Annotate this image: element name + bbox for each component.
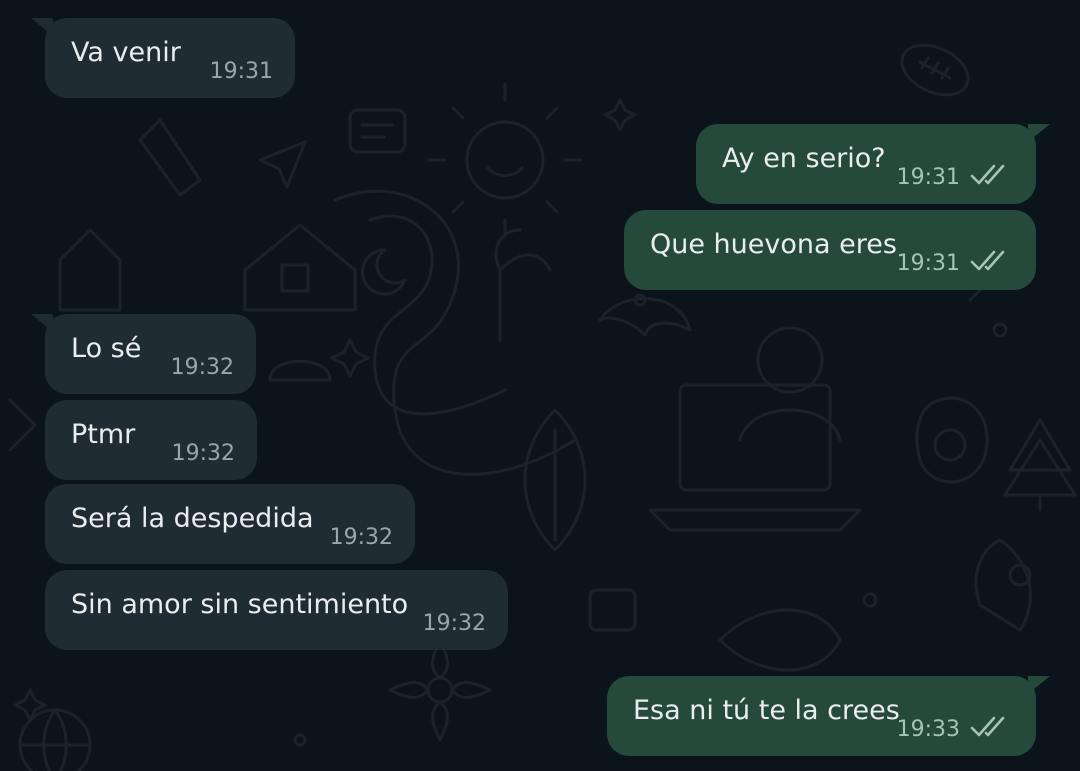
message-text: Ptmr [71,419,136,450]
read-double-check-icon [970,250,1005,271]
read-double-check-icon [970,164,1005,185]
message-text: Que huevona eres [650,229,897,260]
bubble-tail [31,18,53,36]
message-timestamp: 19:31 [896,251,960,276]
message-timestamp: 19:32 [170,355,234,380]
message-timestamp: 19:33 [896,717,960,742]
message-timestamp: 19:31 [209,59,273,84]
message-timestamp: 19:32 [171,441,235,466]
incoming-message-bubble[interactable]: Ptmr 19:32 [45,400,257,480]
message-text: Lo sé [71,333,142,364]
incoming-message-bubble[interactable]: Será la despedida 19:32 [45,484,415,564]
bubble-tail [31,314,53,332]
message-text: Va venir [71,37,181,68]
incoming-message-bubble[interactable]: Lo sé 19:32 [31,314,256,394]
message-text: Será la despedida [71,503,314,534]
outgoing-message-bubble[interactable]: Que huevona eres 19:31 [624,210,1036,290]
bubble-tail [1028,124,1050,142]
outgoing-message-bubble[interactable]: Esa ni tú te la crees 19:33 [607,676,1050,756]
message-timestamp: 19:32 [422,611,486,636]
message-text: Esa ni tú te la crees [633,695,900,726]
read-double-check-icon [970,716,1005,737]
message-text: Sin amor sin sentimiento [71,589,409,620]
incoming-message-bubble[interactable]: Va venir 19:31 [31,18,295,98]
bubble-tail [1028,676,1050,694]
message-timestamp: 19:31 [896,165,960,190]
incoming-message-bubble[interactable]: Sin amor sin sentimiento 19:32 [45,570,508,650]
outgoing-message-bubble[interactable]: Ay en serio? 19:31 [696,124,1050,204]
message-timestamp: 19:32 [329,525,393,550]
message-text: Ay en serio? [722,143,886,174]
chat-conversation[interactable]: Va venir 19:31 Ay en serio? 19:31 Que huevon… [0,0,1080,771]
